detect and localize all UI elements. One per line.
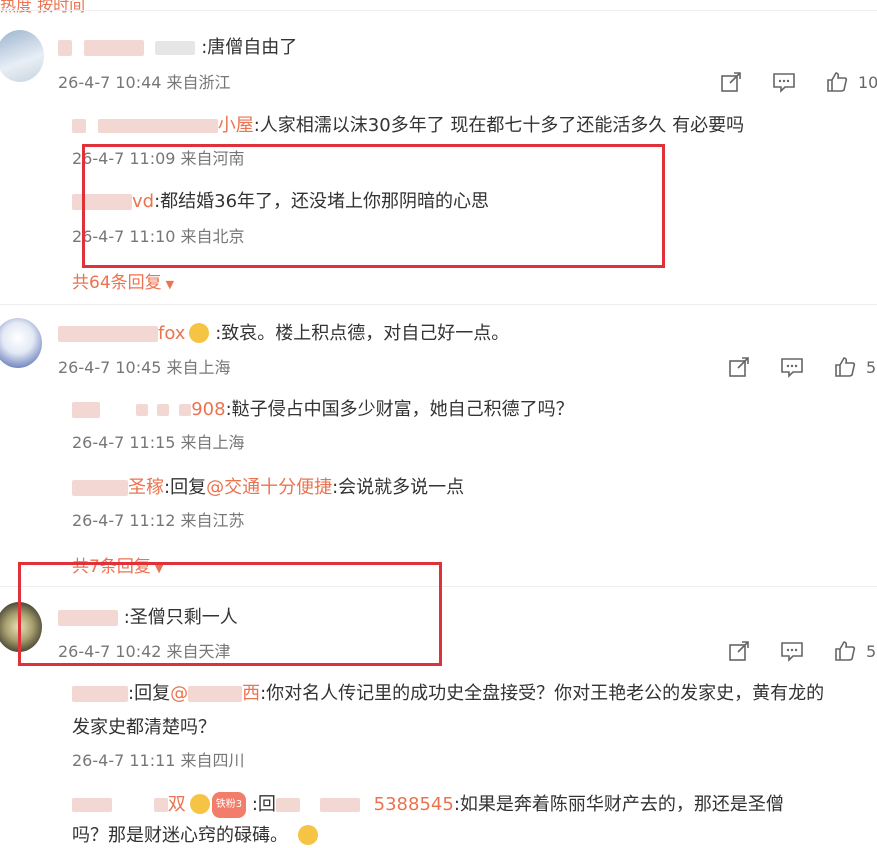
fan-badge: 铁粉3: [211, 792, 247, 818]
reply-text: :鞑子侵占中国多少财富，她自己积德了吗？: [225, 399, 574, 420]
comment-1: :唐僧自由了: [58, 36, 297, 60]
avatar[interactable]: [0, 318, 42, 368]
blurred-username[interactable]: [72, 480, 128, 496]
like-count: 52: [866, 641, 877, 661]
reply-continued: 吗？那是财迷心窍的碌碡。: [72, 824, 318, 848]
share-icon[interactable]: [728, 640, 750, 662]
comment-username[interactable]: fox: [158, 323, 185, 344]
mention-tail[interactable]: 西: [242, 683, 260, 704]
reply-text-2: :你对名人传记里的成功史全盘接受？你对王艳老公的发家史，黄有龙的: [260, 683, 825, 704]
blurred-username-part: [155, 41, 196, 55]
sort-tabs[interactable]: 热度 按时间: [0, 0, 85, 16]
reply-continued: 发家史都清楚吗？: [72, 717, 216, 738]
comment-text: :致哀。楼上积点德，对自己好一点。: [215, 323, 510, 344]
blurred-username-part: [135, 404, 148, 416]
reply-username[interactable]: 908: [191, 399, 225, 420]
reply-meta: 26-4-7 11:15 来自上海: [72, 433, 245, 452]
blurred-username[interactable]: [58, 326, 158, 342]
blurred-username-part: [153, 798, 168, 812]
blurred-username[interactable]: [72, 798, 112, 812]
reply-text: :回复: [164, 477, 207, 498]
comment-meta: 26-4-7 10:45 来自上海: [58, 358, 231, 377]
blurred-username[interactable]: [58, 40, 72, 56]
share-icon[interactable]: [720, 71, 742, 93]
mention-link[interactable]: @: [170, 683, 188, 704]
reply-text-3: 吗？那是财迷心窍的碌碡。: [72, 825, 288, 846]
reply-text: :人家相濡以沫30多年了 现在都七十多了还能活多久 有必要吗: [253, 115, 745, 136]
caret-down-icon: ▼: [165, 278, 175, 291]
comment-actions: 52: [728, 640, 877, 662]
like-count: 107: [858, 72, 877, 92]
more-replies-link[interactable]: 共64条回复 ▼: [72, 268, 174, 293]
reply: 圣稼:回复@交通十分便捷:会说就多说一点: [72, 476, 464, 500]
reply: :回复@ 西:你对名人传记里的成功史全盘接受？你对王艳老公的发家史，黄有龙的: [72, 682, 824, 706]
reply-username[interactable]: 圣稼: [128, 477, 164, 498]
highlight-box: [18, 562, 442, 666]
blurred-username-part: [157, 404, 170, 416]
like-icon[interactable]: [834, 356, 856, 378]
reply: 小屋:人家相濡以沫30多年了 现在都七十多了还能活多久 有必要吗: [72, 114, 744, 138]
reply-text: :回复: [128, 683, 171, 704]
comment-2: fox :致哀。楼上积点德，对自己好一点。: [58, 322, 509, 346]
reply-meta: 26-4-7 11:11 来自四川: [72, 751, 245, 770]
divider: [0, 304, 877, 305]
avatar[interactable]: [0, 30, 44, 82]
blurred-username[interactable]: [72, 686, 128, 702]
blurred-username-part: [83, 40, 144, 56]
blurred-mention: [275, 798, 300, 812]
like-count: 58: [866, 357, 877, 377]
reply: 双 铁粉3 :回 5388545:如果是奔着陈丽华财产去的，那还是圣僧: [72, 792, 784, 818]
more-replies-label: 共64条回复: [72, 273, 162, 293]
reply-text-2: :如果是奔着陈丽华财产去的，那还是圣僧: [453, 794, 784, 815]
share-icon[interactable]: [728, 356, 750, 378]
mention-link[interactable]: 5388545: [374, 794, 454, 815]
reply-username[interactable]: 小屋: [218, 115, 254, 136]
crown-emoji-icon: [189, 323, 210, 343]
emoji-icon: [297, 825, 318, 845]
comment-actions: 107: [720, 71, 877, 93]
blurred-mention: [188, 686, 243, 702]
comment-text: :唐僧自由了: [201, 37, 298, 58]
reply: 908:鞑子侵占中国多少财富，她自己积德了吗？: [72, 398, 574, 422]
reply-text: :回: [251, 794, 276, 815]
mention-link[interactable]: @交通十分便捷: [206, 477, 332, 498]
reply-meta: 26-4-7 11:12 来自江苏: [72, 511, 245, 530]
like-icon[interactable]: [834, 640, 856, 662]
blurred-username[interactable]: [72, 402, 100, 418]
comment-actions: 58: [728, 356, 877, 378]
reply-username[interactable]: 双: [168, 794, 186, 815]
comment-icon[interactable]: [780, 640, 804, 662]
blurred-username-part: [179, 404, 192, 416]
comment-meta: 26-4-7 10:44 来自浙江: [58, 73, 231, 92]
blurred-mention: [319, 798, 360, 812]
emoji-icon: [189, 794, 210, 814]
like-icon[interactable]: [826, 71, 848, 93]
blurred-username-part: [97, 119, 218, 133]
reply-text-2: :会说就多说一点: [332, 477, 465, 498]
comment-icon[interactable]: [772, 71, 796, 93]
blurred-username[interactable]: [72, 119, 86, 133]
divider: [0, 10, 877, 11]
highlight-box: [82, 144, 665, 268]
comment-icon[interactable]: [780, 356, 804, 378]
